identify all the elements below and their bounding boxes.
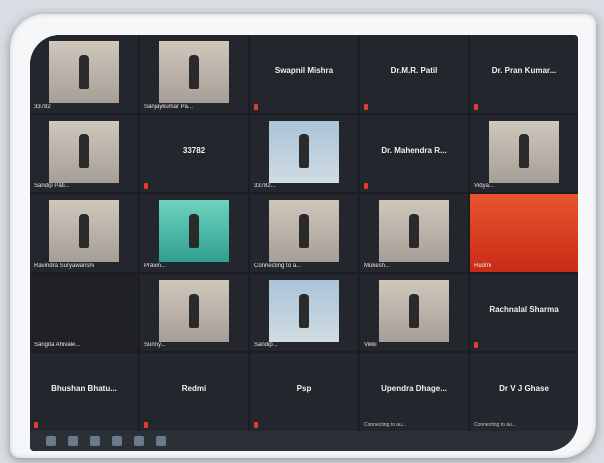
participant-tile[interactable]: Rachnalal Sharma [470, 273, 578, 352]
participant-label: Sandip Pati... [34, 183, 70, 190]
participant-tile[interactable]: Pravin... [140, 194, 248, 272]
participant-figure [298, 214, 309, 249]
participant-name: Dr.M.R. Patil [390, 66, 438, 76]
participant-tile[interactable]: Sandip... [250, 273, 358, 352]
participant-video [379, 280, 449, 343]
participant-video [159, 280, 229, 343]
participant-figure [78, 134, 89, 169]
participant-figure [408, 293, 419, 328]
participant-name: Upendra Dhage... [381, 384, 447, 394]
participant-name: Psp [296, 384, 312, 394]
participant-figure [298, 293, 309, 328]
participant-video [159, 200, 229, 263]
participant-label: Pravin... [144, 262, 167, 269]
participant-label: Mukesh... [364, 262, 391, 269]
mic-muted-icon [254, 421, 258, 428]
participant-tile[interactable]: Sangita Ahivale... [30, 273, 138, 352]
participant-name: Bhushan Bhatu... [51, 384, 117, 394]
participant-tile[interactable]: Vikki [360, 273, 468, 352]
participant-label: Vidya... [474, 183, 494, 190]
participant-video [489, 120, 559, 183]
mic-muted-icon [474, 103, 478, 110]
mic-muted-icon [364, 103, 368, 110]
participant-figure [518, 134, 529, 169]
participant-tile[interactable]: Redmi [140, 353, 248, 431]
participant-tile[interactable]: Sanjaykumar Pa... [140, 35, 248, 113]
participant-tile[interactable]: 33782 [140, 114, 248, 193]
participant-label: Vikki [364, 342, 377, 349]
participant-tile[interactable]: Upendra Dhage... Connecting to au... [360, 353, 468, 431]
participant-figure [188, 293, 199, 328]
participant-figure [78, 54, 89, 89]
ie-icon[interactable] [68, 436, 78, 446]
participant-tile[interactable]: Dr. Pran Kumar... [470, 35, 578, 113]
participant-name: Dr. Pran Kumar... [491, 66, 557, 76]
mic-muted-icon [254, 103, 258, 110]
participant-tile[interactable]: Dr V J Ghase Connecting to au... [470, 353, 578, 431]
monitor-screen: 33782 Sanjaykumar Pa... Swapnil Mishra Dr.M… [30, 35, 578, 451]
connecting-status: Connecting to au... [474, 421, 516, 428]
participant-label: Ravindra Suryawanshi [34, 262, 95, 269]
participant-video [379, 200, 449, 263]
participant-tile[interactable]: Dr.M.R. Patil [360, 35, 468, 113]
participant-figure [298, 134, 309, 169]
participant-tile[interactable]: Connecting to a... [250, 194, 358, 272]
participant-tile[interactable]: Psp [250, 353, 358, 431]
participant-tile[interactable]: Sunny... [140, 273, 248, 352]
participant-label: Sunny... [144, 342, 166, 349]
participant-video [159, 41, 229, 104]
participant-tile[interactable]: Bhushan Bhatu... [30, 353, 138, 431]
participant-label: Redmi [474, 262, 492, 269]
mic-muted-icon [144, 421, 148, 428]
participant-tile[interactable]: Sandip Pati... [30, 114, 138, 193]
participant-tile[interactable]: Redmi [470, 194, 578, 272]
participant-video [49, 200, 119, 263]
participant-video [269, 280, 339, 343]
participant-video [269, 120, 339, 183]
participant-figure [188, 214, 199, 249]
participant-name: Redmi [181, 384, 207, 394]
participant-video [470, 194, 578, 272]
taskbar [30, 431, 578, 451]
participant-tile[interactable]: Dr. Mahendra R... [360, 114, 468, 193]
video-grid: 33782 Sanjaykumar Pa... Swapnil Mishra Dr.M… [30, 35, 578, 431]
participant-name: 33782 [182, 145, 206, 155]
participant-tile[interactable]: Vidya... [470, 114, 578, 193]
mic-muted-icon [34, 421, 38, 428]
participant-name: Swapnil Mishra [274, 66, 334, 76]
app-icon[interactable] [156, 436, 166, 446]
participant-label: 33782... [254, 183, 276, 190]
connecting-status: Connecting to au... [364, 421, 406, 428]
zoom-icon[interactable] [134, 436, 144, 446]
participant-video [49, 120, 119, 183]
participant-figure [408, 214, 419, 249]
participant-tile[interactable]: Swapnil Mishra [250, 35, 358, 113]
participant-name: Rachnalal Sharma [489, 304, 559, 314]
participant-video [269, 200, 339, 263]
participant-label: Sandip... [254, 342, 278, 349]
media-icon[interactable] [112, 436, 122, 446]
participant-tile[interactable]: 33782 [30, 35, 138, 113]
mic-muted-icon [364, 183, 368, 190]
folder-icon[interactable] [90, 436, 100, 446]
participant-tile[interactable]: 33782... [250, 114, 358, 193]
windows-icon[interactable] [46, 436, 56, 446]
participant-video [49, 41, 119, 104]
participant-label: Connecting to a... [254, 262, 302, 269]
participant-label: Sanjaykumar Pa... [144, 103, 194, 110]
participant-figure [78, 214, 89, 249]
participant-name: Dr. Mahendra R... [381, 145, 447, 155]
participant-tile[interactable]: Ravindra Suryawanshi [30, 194, 138, 272]
participant-label: 33782 [34, 103, 51, 110]
mic-muted-icon [474, 342, 478, 349]
participant-tile[interactable]: Mukesh... [360, 194, 468, 272]
participant-figure [188, 54, 199, 89]
mic-muted-icon [144, 183, 148, 190]
participant-name: Dr V J Ghase [499, 384, 549, 394]
participant-label: Sangita Ahivale... [34, 342, 81, 349]
